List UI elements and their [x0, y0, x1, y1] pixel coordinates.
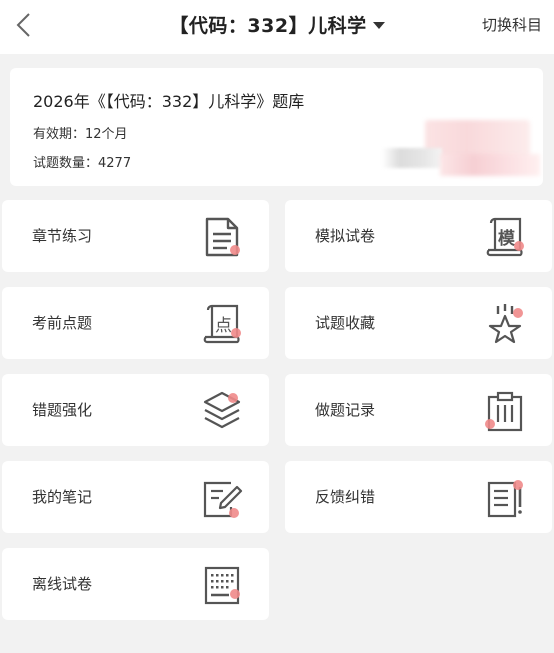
- tile-wrong-questions[interactable]: 错题强化: [2, 374, 269, 446]
- tile-pre-exam-points[interactable]: 考前点题 点: [2, 287, 269, 359]
- offline-paper-icon: [201, 564, 243, 606]
- tile-offline-papers[interactable]: 离线试卷: [2, 548, 269, 620]
- tile-label: 我的笔记: [32, 488, 93, 506]
- scroll-mock-icon: 模: [484, 216, 526, 258]
- feedback-list-icon: [484, 477, 526, 519]
- scroll-point-icon: 点: [201, 303, 243, 345]
- tile-label: 试题收藏: [315, 314, 376, 332]
- tile-feedback[interactable]: 反馈纠错: [285, 461, 552, 533]
- note-pencil-icon: [201, 477, 243, 519]
- redacted-region: [440, 154, 540, 176]
- subject-title: 【代码：332】儿科学: [169, 15, 367, 37]
- tile-chapter-practice[interactable]: 章节练习: [2, 200, 269, 272]
- layers-icon: [201, 390, 243, 432]
- redacted-region: [382, 148, 442, 168]
- tile-my-notes[interactable]: 我的笔记: [2, 461, 269, 533]
- tile-label: 章节练习: [32, 227, 93, 245]
- question-bank-title: 2026年《【代码：332】儿科学》题库: [33, 92, 305, 111]
- clipboard-icon: [484, 390, 526, 432]
- document-icon: [201, 216, 243, 258]
- caret-down-icon: [372, 22, 385, 29]
- question-count: 试题数量：4277: [33, 156, 132, 171]
- tile-mock-exam[interactable]: 模拟试卷 模: [285, 200, 552, 272]
- tile-label: 考前点题: [32, 314, 93, 332]
- star-icon: [484, 303, 526, 345]
- subject-title-dropdown[interactable]: 【代码：332】儿科学: [0, 11, 554, 38]
- validity-period: 有效期：12个月: [33, 127, 128, 142]
- top-nav-bar: 【代码：332】儿科学 切换科目: [0, 0, 554, 54]
- tile-label: 反馈纠错: [315, 488, 376, 506]
- question-bank-info-card: 2026年《【代码：332】儿科学》题库 有效期：12个月 试题数量：4277: [10, 68, 543, 186]
- svg-text:点: 点: [215, 316, 232, 336]
- tile-favorites[interactable]: 试题收藏: [285, 287, 552, 359]
- tile-label: 错题强化: [32, 401, 93, 419]
- switch-subject-button[interactable]: 切换科目: [482, 14, 542, 35]
- tile-practice-records[interactable]: 做题记录: [285, 374, 552, 446]
- tile-label: 离线试卷: [32, 575, 93, 593]
- tile-label: 模拟试卷: [315, 227, 376, 245]
- svg-text:模: 模: [498, 228, 516, 249]
- tile-label: 做题记录: [315, 401, 376, 419]
